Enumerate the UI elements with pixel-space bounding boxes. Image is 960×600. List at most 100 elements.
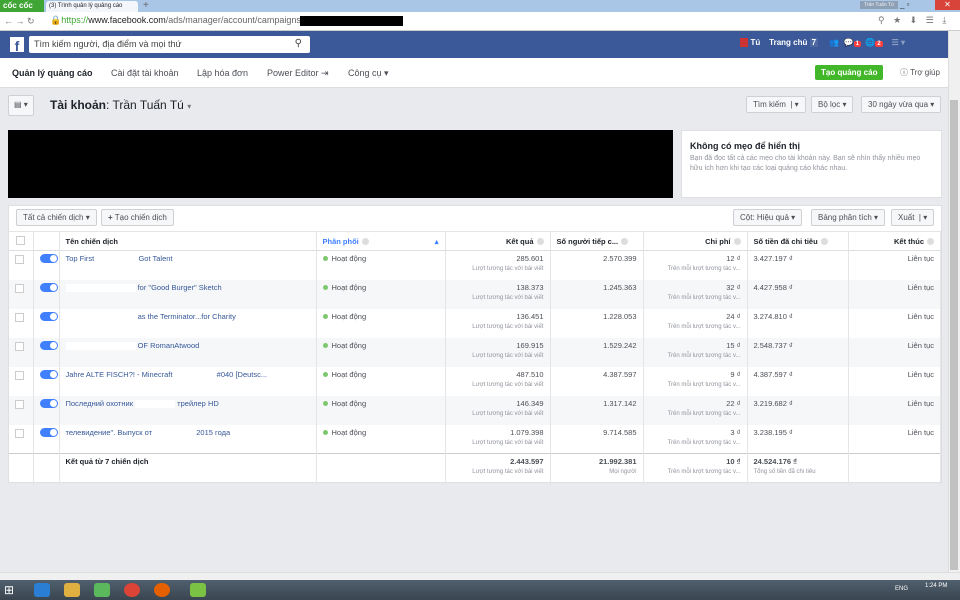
- chrome-icon[interactable]: [124, 583, 140, 597]
- ie-icon[interactable]: [34, 583, 50, 597]
- nav-account-settings[interactable]: Cài đặt tài khoản: [111, 68, 179, 78]
- delivery-status: Hoạt động: [316, 308, 446, 338]
- export-button[interactable]: Xuất | ▾: [891, 209, 935, 226]
- status-dot-icon: [322, 342, 328, 348]
- coccoc-icon[interactable]: [94, 583, 110, 597]
- language-indicator[interactable]: ENG: [895, 586, 908, 592]
- date-range-button[interactable]: 30 ngày vừa qua ▾: [861, 96, 942, 113]
- notifications-badge: 2: [875, 41, 883, 47]
- menu-icon[interactable]: ☰ ▾: [892, 38, 905, 47]
- campaign-toggle[interactable]: [33, 250, 60, 280]
- notifications-icon[interactable]: 🌐: [865, 38, 875, 47]
- campaign-toggle[interactable]: [33, 395, 60, 425]
- home-link[interactable]: Trang chủ: [769, 38, 807, 47]
- select-all-checkbox[interactable]: [9, 231, 34, 251]
- campaign-toggle[interactable]: [33, 366, 60, 396]
- campaign-name-link[interactable]: for "Good Burger" Sketch: [59, 279, 317, 309]
- campaigns-panel: Tất cả chiến dịch ▾ + Tạo chiến dịch Cột…: [8, 205, 942, 485]
- all-campaigns-dropdown[interactable]: Tất cả chiến dịch ▾: [16, 209, 97, 226]
- close-window-button[interactable]: ✕: [935, 0, 960, 10]
- campaign-toggle[interactable]: [33, 337, 60, 367]
- row-checkbox[interactable]: [9, 337, 34, 367]
- cost-cell: 9 ₫ Trên mỗi lượt tương tác v...: [643, 366, 748, 396]
- results-cell: 169.915 Lượt tương tác với bài viết: [445, 337, 551, 367]
- campaign-name-link[interactable]: as the Terminator...for Charity: [59, 308, 317, 338]
- col-ends[interactable]: Kết thúc: [848, 231, 941, 251]
- help-link[interactable]: ⓘ Trợ giúp: [900, 67, 940, 78]
- url-input[interactable]: 🔒https://www.facebook.com/ads/manager/ac…: [50, 15, 326, 26]
- col-cost[interactable]: Chi phí: [643, 231, 748, 251]
- start-button-icon[interactable]: ⊞: [4, 583, 14, 597]
- home-count: 7: [809, 38, 819, 47]
- status-dot-icon: [322, 256, 328, 261]
- reach-cell: 1.245.363: [550, 279, 644, 309]
- sort-icon: ▴: [434, 236, 439, 246]
- columns-dropdown[interactable]: Cột: Hiệu quả ▾: [733, 209, 803, 226]
- campaign-name-link[interactable]: Jahre ALTE FISCH?! - Minecraft #040 [Deu…: [59, 366, 317, 396]
- campaign-name-link[interactable]: OF RomanAtwood: [59, 337, 317, 367]
- search-icon[interactable]: ⚲: [295, 38, 302, 49]
- toolbar-icons[interactable]: ⚲ ★ ⬇ ☰ ⤓: [878, 15, 949, 26]
- clock[interactable]: 1:24 PM: [925, 583, 947, 589]
- profile-link[interactable]: Tú: [750, 38, 760, 47]
- results-cell: 146.349 Lượt tương tác với bài viết: [445, 395, 551, 425]
- col-campaign-name[interactable]: Tên chiến dịch: [59, 231, 317, 251]
- browser-logo[interactable]: cốc cốc: [0, 0, 44, 12]
- campaign-name-link[interactable]: телевидение". Выпуск от 2015 года: [59, 424, 317, 454]
- horizontal-scrollbar[interactable]: [0, 572, 960, 580]
- row-checkbox[interactable]: [9, 279, 34, 309]
- status-dot-icon: [322, 313, 328, 319]
- results-cell: 138.373 Lượt tương tác với bài viết: [445, 279, 551, 309]
- results-cell: 487.510 Lượt tương tác với bài viết: [445, 366, 551, 396]
- row-checkbox[interactable]: [9, 424, 34, 454]
- explorer-icon[interactable]: [64, 583, 80, 597]
- avatar[interactable]: [740, 38, 749, 47]
- nav-ads-manager[interactable]: Quản lý quảng cáo: [12, 68, 93, 78]
- browser-nav-icons[interactable]: ← → ↻: [4, 16, 35, 27]
- col-delivery[interactable]: Phân phối ▴: [316, 231, 446, 251]
- messages-icon[interactable]: 💬: [844, 38, 854, 47]
- browser-user[interactable]: Trần Tuấn Tú: [860, 1, 898, 9]
- campaign-toggle[interactable]: [33, 279, 60, 309]
- col-reach[interactable]: Số người tiếp c...: [550, 231, 644, 251]
- campaign-name-link[interactable]: Top First Got Talent: [59, 250, 317, 280]
- table-row: OF RomanAtwood Hoạt động 169.915 Lượt tươ…: [9, 337, 941, 367]
- campaign-toggle[interactable]: [33, 424, 60, 454]
- account-selector[interactable]: Tài khoản: Trần Tuấn Tú ▾: [50, 98, 191, 112]
- lock-icon: 🔒: [50, 15, 62, 25]
- browser-tab[interactable]: (3) Trình quản lý quảng cáo: [46, 1, 138, 12]
- search-input[interactable]: Tìm kiếm người, địa điểm và mọi thứ ⚲: [29, 36, 310, 53]
- col-results[interactable]: Kết quả: [445, 231, 551, 251]
- row-checkbox[interactable]: [9, 366, 34, 396]
- scrollbar-thumb[interactable]: [950, 100, 958, 570]
- reach-cell: 9.714.585: [550, 424, 644, 454]
- new-tab-button[interactable]: +: [143, 0, 149, 11]
- info-icon: [361, 238, 369, 246]
- totals-label: Kết quả từ 7 chiến dịch: [59, 453, 317, 485]
- facebook-logo-icon[interactable]: f: [10, 37, 24, 54]
- ends-cell: Liên tục: [848, 366, 941, 396]
- view-menu-button[interactable]: ▤ ▾: [8, 95, 34, 116]
- coccoc-active-icon[interactable]: [190, 583, 206, 597]
- nav-billing[interactable]: Lập hóa đơn: [197, 68, 248, 78]
- col-amount-spent[interactable]: Số tiền đã chi tiêu: [747, 231, 849, 251]
- nav-power-editor[interactable]: Power Editor ⇥: [267, 68, 329, 79]
- nav-tools[interactable]: Công cụ ▾: [348, 68, 389, 79]
- create-campaign-button[interactable]: + Tạo chiến dịch: [101, 209, 174, 226]
- create-ad-button[interactable]: Tạo quảng cáo: [815, 65, 884, 80]
- tips-body: Bạn đã đọc tất cả các mẹo cho tài khoản …: [690, 155, 921, 172]
- row-checkbox[interactable]: [9, 395, 34, 425]
- firefox-icon[interactable]: [154, 583, 170, 597]
- window-controls[interactable]: _ ▫: [900, 0, 910, 9]
- total-reach: 21.992.381 Mọi người: [550, 453, 644, 485]
- friends-icon[interactable]: 👥: [829, 38, 839, 47]
- campaign-toggle[interactable]: [33, 308, 60, 338]
- search-button[interactable]: Tìm kiếm | ▾: [746, 96, 806, 113]
- breakdown-dropdown[interactable]: Bảng phân tích ▾: [811, 209, 886, 226]
- campaign-name-link[interactable]: Последний охотник трейлер HD: [59, 395, 317, 425]
- filter-button[interactable]: Bộ lọc ▾: [811, 96, 854, 113]
- row-checkbox[interactable]: [9, 308, 34, 338]
- row-checkbox[interactable]: [9, 250, 34, 280]
- spent-cell: 2.548.737 ₫: [747, 337, 849, 367]
- total-cost: 10 ₫ Trên mỗi lượt tương tác v...: [643, 453, 748, 485]
